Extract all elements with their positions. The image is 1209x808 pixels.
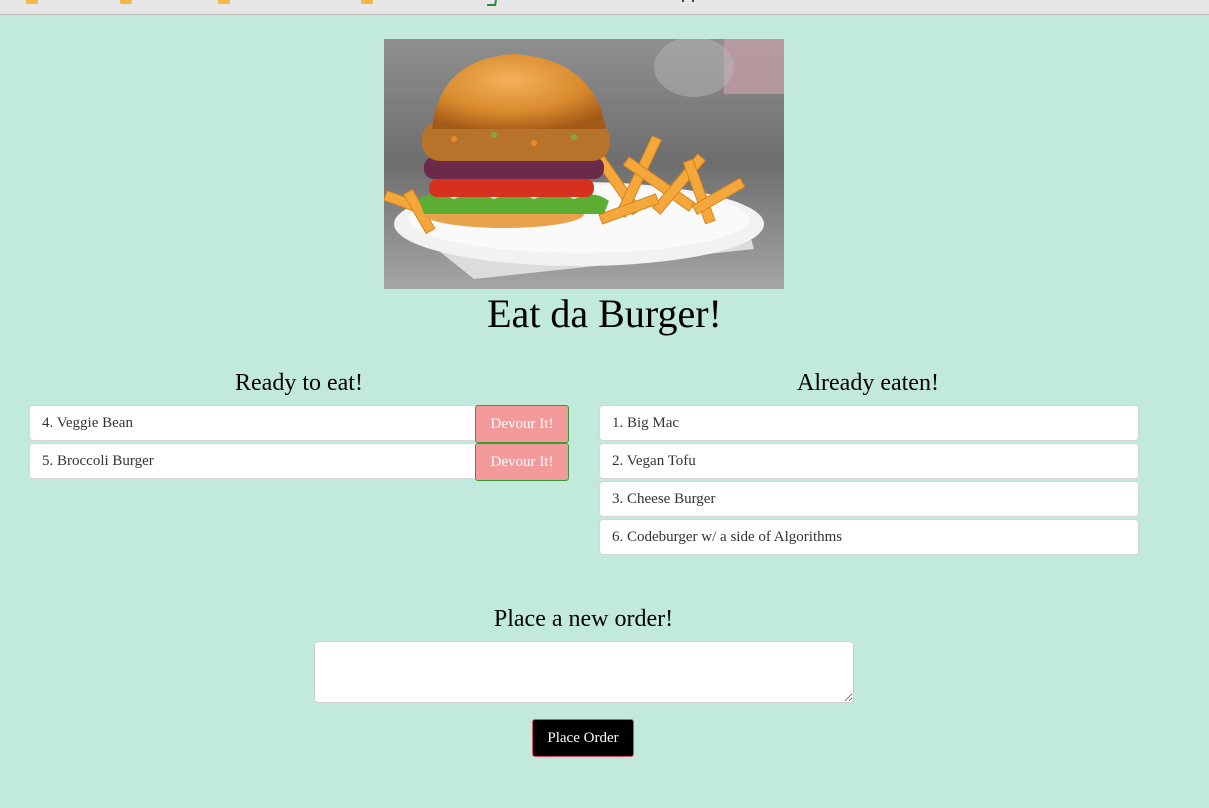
list-item: 6. Codeburger w/ a side of Algorithms — [599, 519, 1139, 555]
burger-name: 3. Cheese Burger — [612, 491, 716, 507]
ready-to-eat-list: 4. Veggie Bean Devour It! 5. Broccoli Bu… — [29, 405, 569, 481]
list-item: 4. Veggie Bean Devour It! — [29, 405, 569, 443]
burger-name: 1. Big Mac — [612, 415, 680, 431]
burger-name: 6. Codeburger w/ a side of Algorithms — [612, 529, 843, 545]
place-order-heading: Place a new order! — [493, 606, 674, 632]
devour-button[interactable]: Devour It! — [475, 443, 569, 481]
bookmark-folder-icon[interactable] — [26, 0, 38, 4]
bookmark-folder-icon[interactable] — [361, 0, 373, 4]
browser-bookmarks-bar — [0, 0, 1209, 15]
bookmark-folder-icon[interactable] — [120, 0, 132, 4]
burger-name: 5. Broccoli Burger — [42, 453, 154, 469]
ready-to-eat-heading: Ready to eat! — [235, 370, 363, 396]
burger-name: 4. Veggie Bean — [42, 415, 133, 431]
page-title: Eat da Burger! — [487, 291, 722, 336]
burger-with-fries-icon — [384, 39, 784, 289]
burger-photo — [384, 39, 784, 289]
burger-name-input[interactable] — [314, 641, 854, 703]
list-item: 5. Broccoli Burger Devour It! — [29, 443, 569, 481]
list-item: 3. Cheese Burger — [599, 481, 1139, 517]
bookmark-label-fragment[interactable] — [682, 0, 694, 2]
place-order-button[interactable]: Place Order — [532, 719, 634, 757]
already-eaten-list: 1. Big Mac 2. Vegan Tofu 3. Cheese Burge… — [599, 405, 1139, 557]
bookmark-label-fragment[interactable] — [486, 0, 499, 6]
bookmark-folder-icon[interactable] — [218, 0, 230, 4]
list-item: 1. Big Mac — [599, 405, 1139, 441]
list-item: 2. Vegan Tofu — [599, 443, 1139, 479]
already-eaten-heading: Already eaten! — [797, 370, 939, 396]
burger-name: 2. Vegan Tofu — [612, 453, 696, 469]
devour-button[interactable]: Devour It! — [475, 405, 569, 443]
